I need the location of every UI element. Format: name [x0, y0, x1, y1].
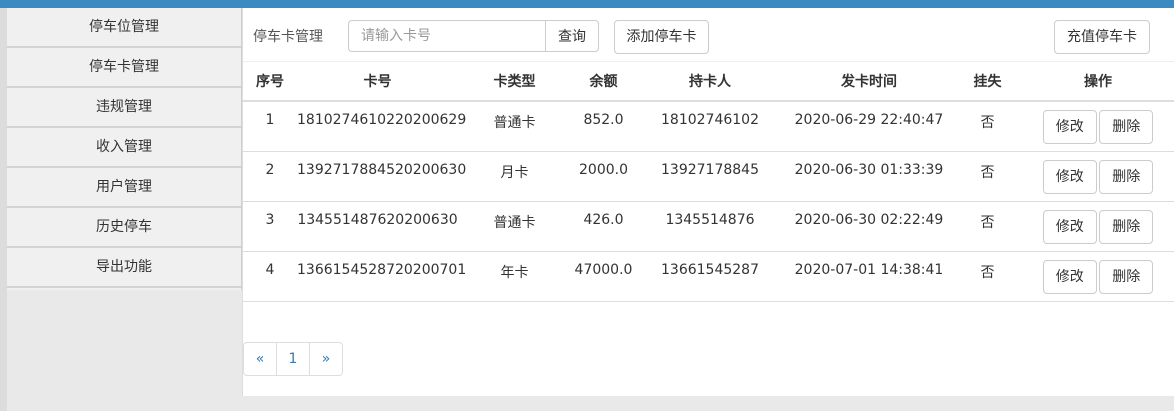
cell-card-number: 1366154528720200701 [297, 251, 466, 302]
recharge-parking-card-button[interactable]: 充值停车卡 [1054, 20, 1150, 54]
cell-index: 2 [243, 151, 297, 202]
table-row: 1 1810274610220200629 普通卡 852.0 18102746… [243, 101, 1174, 152]
cell-balance: 47000.0 [571, 251, 636, 302]
delete-button[interactable]: 删除 [1099, 159, 1154, 194]
cell-lost: 否 [954, 101, 1021, 152]
cell-issue-time: 2020-06-29 22:40:47 [784, 101, 954, 152]
sidebar-item-users[interactable]: 用户管理 [7, 168, 241, 208]
header-card-number: 卡号 [297, 61, 458, 102]
sidebar-item-parking-space[interactable]: 停车位管理 [7, 8, 241, 48]
pagination-next[interactable]: » [309, 343, 342, 375]
search-button[interactable]: 查询 [545, 20, 599, 52]
header-issue-time: 发卡时间 [784, 61, 954, 102]
left-edge-strip [0, 8, 7, 411]
table-row: 4 1366154528720200701 年卡 47000.0 1366154… [243, 251, 1174, 302]
delete-button[interactable]: 删除 [1099, 209, 1154, 244]
page-title: 停车卡管理 [253, 29, 323, 45]
header-lost: 挂失 [954, 61, 1021, 102]
main-panel: 停车卡管理 查询 添加停车卡 充值停车卡 序号 卡号 卡类型 余额 持卡人 发卡… [242, 8, 1174, 396]
sidebar-item-history[interactable]: 历史停车 [7, 208, 241, 248]
sidebar-item-export[interactable]: 导出功能 [7, 248, 241, 288]
cell-balance: 426.0 [571, 201, 636, 252]
edit-button[interactable]: 修改 [1042, 159, 1097, 194]
top-bar [0, 0, 1174, 8]
cell-card-type: 普通卡 [458, 201, 571, 252]
cell-actions: 修改 删除 [1021, 251, 1174, 302]
cell-card-number: 134551487620200630 [297, 201, 458, 252]
cell-holder: 18102746102 [636, 101, 784, 152]
table-row: 3 134551487620200630 普通卡 426.0 134551487… [243, 201, 1174, 252]
cell-issue-time: 2020-06-30 01:33:39 [784, 151, 954, 202]
cell-balance: 852.0 [571, 101, 636, 152]
cell-lost: 否 [954, 251, 1021, 302]
cell-holder: 13661545287 [636, 251, 784, 302]
cell-card-number: 1392717884520200630 [297, 151, 466, 202]
header-actions: 操作 [1021, 61, 1174, 102]
header-index: 序号 [243, 61, 297, 102]
header-holder: 持卡人 [636, 61, 784, 102]
sidebar-item-parking-card[interactable]: 停车卡管理 [7, 48, 241, 88]
cell-holder: 1345514876 [636, 201, 784, 252]
edit-button[interactable]: 修改 [1042, 110, 1097, 144]
edit-button[interactable]: 修改 [1042, 209, 1097, 244]
cell-index: 1 [243, 101, 297, 152]
cell-card-type: 普通卡 [458, 101, 571, 152]
cell-issue-time: 2020-07-01 14:38:41 [784, 251, 954, 302]
cell-actions: 修改 删除 [1021, 101, 1174, 152]
card-number-search-input[interactable] [348, 20, 546, 52]
pagination: « 1 » [243, 342, 343, 376]
cell-card-type: 年卡 [458, 251, 571, 302]
cell-actions: 修改 删除 [1021, 201, 1174, 252]
delete-button[interactable]: 删除 [1099, 259, 1154, 294]
header-balance: 余额 [571, 61, 636, 102]
parking-card-table: 序号 卡号 卡类型 余额 持卡人 发卡时间 挂失 操作 1 1810274610… [243, 61, 1174, 302]
cell-card-number: 1810274610220200629 [297, 101, 466, 152]
cell-actions: 修改 删除 [1021, 151, 1174, 202]
cell-lost: 否 [954, 201, 1021, 252]
sidebar-item-income[interactable]: 收入管理 [7, 128, 241, 168]
pagination-page-1[interactable]: 1 [276, 343, 309, 375]
cell-card-type: 月卡 [458, 151, 571, 202]
cell-issue-time: 2020-06-30 02:22:49 [784, 201, 954, 252]
cell-holder: 13927178845 [636, 151, 784, 202]
delete-button[interactable]: 删除 [1099, 110, 1154, 144]
table-header-row: 序号 卡号 卡类型 余额 持卡人 发卡时间 挂失 操作 [243, 61, 1174, 102]
add-parking-card-button[interactable]: 添加停车卡 [614, 20, 709, 54]
header-card-type: 卡类型 [458, 61, 571, 102]
pagination-prev[interactable]: « [244, 343, 276, 375]
sidebar-item-violations[interactable]: 违规管理 [7, 88, 241, 128]
sidebar: 停车位管理 停车卡管理 违规管理 收入管理 用户管理 历史停车 导出功能 [7, 8, 242, 290]
cell-lost: 否 [954, 151, 1021, 202]
cell-balance: 2000.0 [571, 151, 636, 202]
table-row: 2 1392717884520200630 月卡 2000.0 13927178… [243, 151, 1174, 202]
cell-index: 4 [243, 251, 297, 302]
cell-index: 3 [243, 201, 297, 252]
edit-button[interactable]: 修改 [1042, 259, 1097, 294]
